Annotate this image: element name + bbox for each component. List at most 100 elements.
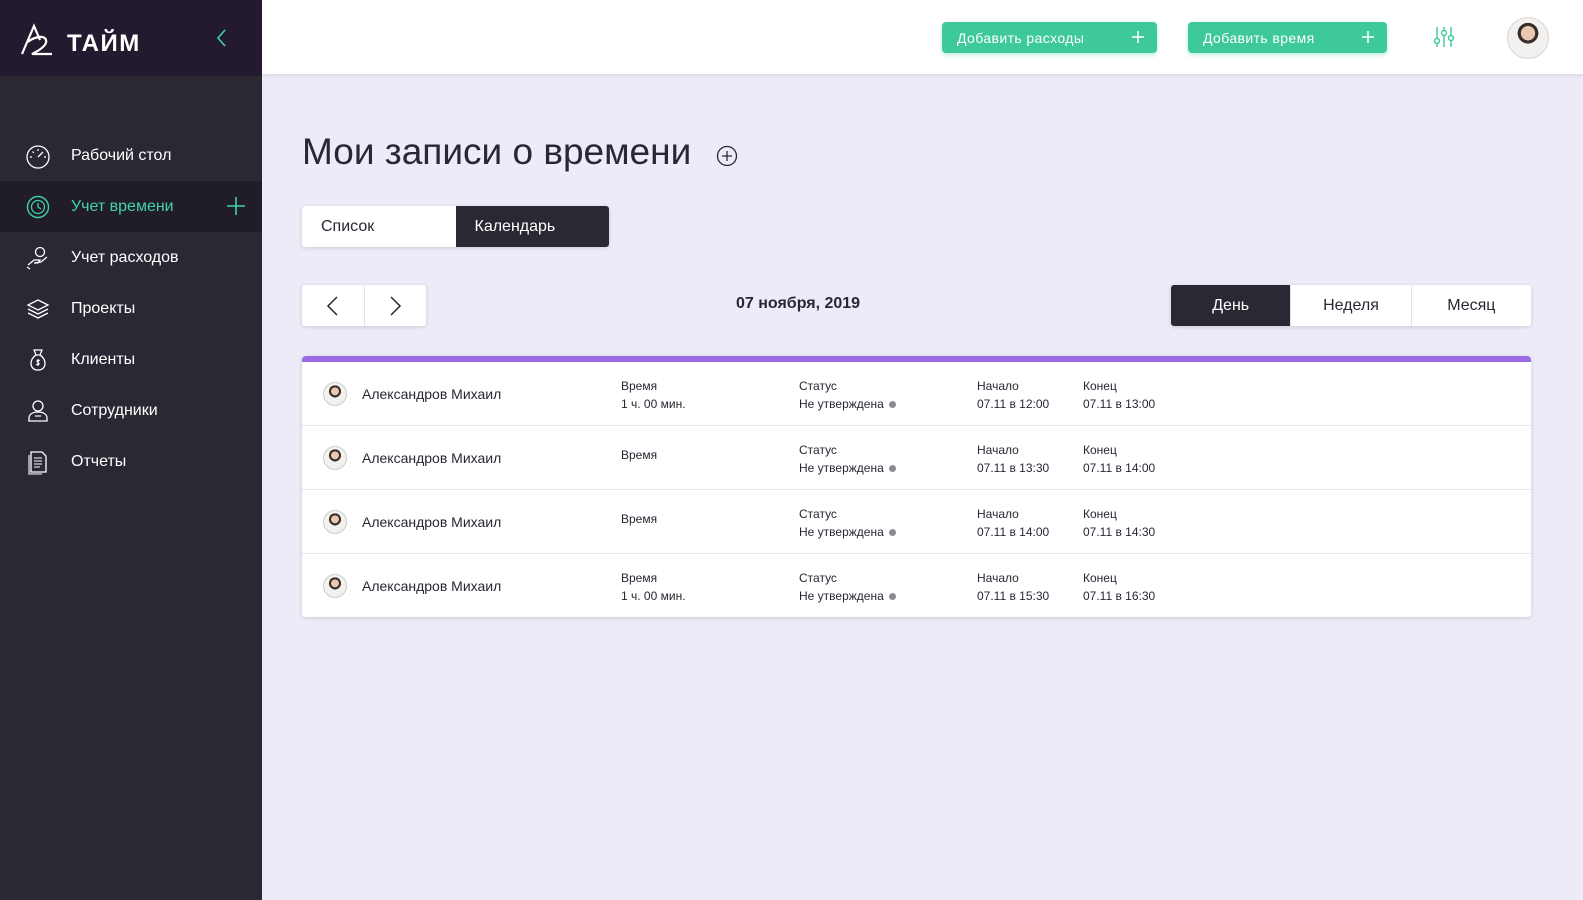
time-cell: Время: [621, 446, 657, 464]
employee-name: Александров Михаил: [362, 578, 502, 594]
sidebar-item-expenses[interactable]: Учет расходов: [0, 232, 262, 283]
sidebar-nav: Рабочий стол Учет времени Учет расходов …: [0, 130, 262, 487]
start-value: 07.11 в 13:30: [977, 461, 1050, 475]
time-label: Время: [621, 379, 658, 393]
previous-date-button[interactable]: [302, 285, 365, 326]
start-cell: Начало 07.11 в 13:30: [977, 441, 1049, 477]
avatar: [323, 446, 347, 470]
chevron-left-icon: [326, 295, 338, 316]
end-value: 07.11 в 14:30: [1083, 525, 1156, 539]
status-label: Статус: [799, 379, 837, 393]
sidebar-item-label: Клиенты: [71, 350, 136, 368]
end-value: 07.11 в 13:00: [1083, 397, 1156, 411]
sidebar-item-employees[interactable]: Сотрудники: [0, 385, 262, 436]
start-label: Начало: [977, 379, 1019, 393]
avatar: [323, 382, 347, 406]
tab-day[interactable]: День: [1171, 285, 1291, 326]
end-label: Конец: [1083, 443, 1117, 457]
plus-icon: [1132, 31, 1144, 43]
status-label: Статус: [799, 443, 837, 457]
money-bag-icon: [25, 347, 51, 373]
person-icon: [25, 398, 51, 424]
status-cell: Статус Не утверждена: [799, 377, 896, 413]
sidebar-header: ТАЙМ: [0, 0, 262, 76]
start-cell: Начало 07.11 в 15:30: [977, 569, 1049, 605]
chevron-right-icon: [390, 295, 402, 316]
employee-name: Александров Михаил: [362, 386, 502, 402]
add-time-button[interactable]: Добавить время: [1188, 22, 1387, 53]
list-item[interactable]: Александров Михаил Время 1 ч. 00 мин. Ст…: [302, 554, 1531, 618]
status-cell: Статус Не утверждена: [799, 569, 896, 605]
sidebar-item-time-tracking[interactable]: Учет времени: [0, 181, 262, 232]
status-cell: Статус Не утверждена: [799, 505, 896, 541]
dashboard-gauge-icon: [25, 143, 51, 169]
add-expense-button[interactable]: Добавить расходы: [942, 22, 1157, 53]
tab-month[interactable]: Месяц: [1410, 285, 1531, 326]
time-value: 1 ч. 00 мин.: [621, 589, 686, 603]
status-dot-icon: [888, 465, 896, 472]
tab-list[interactable]: Список: [302, 206, 456, 247]
add-circle-icon[interactable]: [716, 145, 738, 167]
collapse-sidebar-icon[interactable]: [212, 26, 232, 50]
user-avatar[interactable]: [1507, 17, 1549, 59]
status-cell: Статус Не утверждена: [799, 441, 896, 477]
tab-calendar[interactable]: Календарь: [455, 206, 609, 247]
time-records-list: Александров Михаил Время 1 ч. 00 мин. Ст…: [302, 356, 1531, 617]
end-cell: Конец 07.11 в 13:00: [1083, 377, 1155, 413]
status-label: Статус: [799, 507, 837, 521]
start-value: 07.11 в 12:00: [977, 397, 1050, 411]
end-value: 07.11 в 16:30: [1083, 589, 1156, 603]
next-date-button[interactable]: [365, 285, 427, 326]
sidebar-item-label: Отчеты: [71, 452, 127, 470]
hand-coin-icon: [25, 245, 51, 271]
sidebar-item-label: Проекты: [71, 299, 136, 317]
sidebar-item-dashboard[interactable]: Рабочий стол: [0, 130, 262, 181]
time-value: 1 ч. 00 мин.: [621, 397, 686, 411]
list-item[interactable]: Александров Михаил Время Статус Не утвер…: [302, 426, 1531, 490]
clock-icon: [25, 194, 51, 220]
layers-icon: [25, 296, 51, 322]
employee-name: Александров Михаил: [362, 514, 502, 530]
list-item[interactable]: Александров Михаил Время Статус Не утвер…: [302, 490, 1531, 554]
time-label: Время: [621, 448, 658, 462]
document-icon: [25, 449, 51, 475]
list-item[interactable]: Александров Михаил Время 1 ч. 00 мин. Ст…: [302, 362, 1531, 426]
status-dot-icon: [888, 401, 896, 408]
sidebar-item-label: Сотрудники: [71, 401, 158, 419]
end-value: 07.11 в 14:00: [1083, 461, 1156, 475]
start-label: Начало: [977, 507, 1019, 521]
status-label: Статус: [799, 571, 837, 585]
end-cell: Конец 07.11 в 14:30: [1083, 505, 1155, 541]
current-date: 07 ноября, 2019: [736, 295, 861, 312]
end-label: Конец: [1083, 507, 1117, 521]
range-toggle: День Неделя Месяц: [1171, 285, 1531, 326]
time-cell: Время: [621, 510, 657, 528]
date-navigation: [302, 285, 426, 326]
sidebar: ТАЙМ Рабочий стол Учет времени Учет расх…: [0, 0, 262, 900]
app-logo[interactable]: ТАЙМ: [20, 20, 150, 60]
sidebar-item-label: Учет расходов: [71, 248, 179, 266]
avatar: [323, 574, 347, 598]
start-cell: Начало 07.11 в 14:00: [977, 505, 1049, 541]
status-dot-icon: [888, 529, 896, 536]
start-cell: Начало 07.11 в 12:00: [977, 377, 1049, 413]
view-mode-toggle: Список Календарь: [302, 206, 609, 247]
add-time-label: Добавить время: [1203, 29, 1315, 46]
end-cell: Конец 07.11 в 16:30: [1083, 569, 1155, 605]
status-value: Не утверждена: [799, 589, 884, 603]
tab-week[interactable]: Неделя: [1290, 285, 1410, 326]
time-label: Время: [621, 571, 658, 585]
sidebar-item-projects[interactable]: Проекты: [0, 283, 262, 334]
end-cell: Конец 07.11 в 14:00: [1083, 441, 1155, 477]
status-value: Не утверждена: [799, 525, 884, 539]
sidebar-item-clients[interactable]: Клиенты: [0, 334, 262, 385]
plus-icon: [1362, 31, 1374, 43]
settings-sliders-icon[interactable]: [1432, 24, 1458, 50]
employee-name: Александров Михаил: [362, 450, 502, 466]
add-time-entry-plus-icon[interactable]: [226, 196, 246, 216]
sidebar-item-reports[interactable]: Отчеты: [0, 436, 262, 487]
sidebar-item-label: Учет времени: [71, 197, 174, 215]
avatar: [323, 510, 347, 534]
top-bar: Добавить расходы Добавить время: [262, 0, 1583, 74]
start-label: Начало: [977, 571, 1019, 585]
